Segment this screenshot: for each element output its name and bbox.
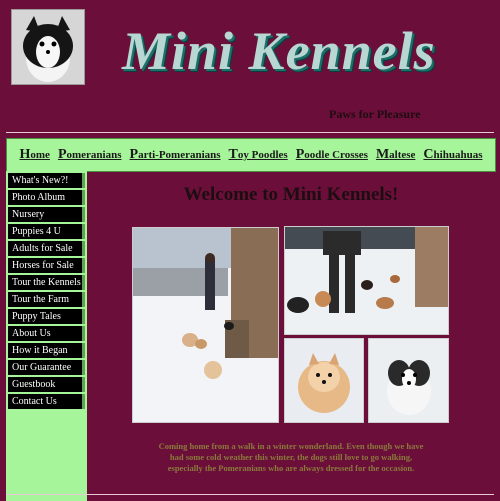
nav-link[interactable]: Home [20, 147, 50, 163]
dogs-in-snow-photo [284, 226, 449, 335]
nav-link-label: arti-Pomeranians [138, 149, 221, 161]
nav-link[interactable]: Maltese [376, 147, 415, 163]
page-title: Welcome to Mini Kennels! [183, 184, 399, 205]
sidebar-link[interactable]: Puppy Tales [8, 309, 85, 324]
sidebar-link[interactable]: Puppies 4 U [8, 224, 85, 239]
tagline: Paws for Pleasure [329, 107, 421, 121]
sidebar-link[interactable]: Horses for Sale [8, 258, 85, 273]
nav-link[interactable]: Chihuahuas [423, 147, 482, 163]
photo-caption: Coming home from a walk in a winter wond… [125, 441, 457, 474]
site-brand-logo: Mini Kennels [122, 21, 436, 81]
logo-dog-photo [11, 9, 85, 85]
sidebar-link[interactable]: Guestbook [8, 377, 85, 392]
nav-link[interactable]: Toy Poodles [229, 147, 288, 163]
nav-link-initial: P [129, 147, 139, 162]
sidebar-link[interactable]: Contact Us [8, 394, 85, 409]
divider-top [6, 132, 494, 133]
nav-link[interactable]: Poodle Crosses [296, 147, 368, 163]
nav-link-initial: P [295, 147, 305, 162]
sidebar: What's New?! Photo Album Nursery Puppies 4 … [6, 171, 87, 501]
sidebar-link[interactable]: Nursery [8, 207, 85, 222]
nav-link-label: ome [30, 149, 50, 161]
nav-link-initial: P [57, 147, 67, 162]
pomeranian-photo [284, 338, 364, 423]
divider-bottom [6, 494, 494, 495]
winter-walk-photo [132, 227, 279, 423]
sidebar-link[interactable]: Our Guarantee [8, 360, 85, 375]
nav-link-initial: H [19, 147, 31, 162]
nav-link-label: oodle Crosses [304, 149, 368, 161]
sidebar-link[interactable]: Photo Album [8, 190, 85, 205]
sidebar-link[interactable]: Tour the Farm [8, 292, 85, 307]
nav-link-label: altese [389, 149, 416, 161]
nav-link[interactable]: Pomeranians [58, 147, 122, 163]
caption-line: especially the Pomeranians who are alway… [167, 463, 415, 473]
sidebar-link[interactable]: Adults for Sale [8, 241, 85, 256]
nav-link-initial: M [375, 147, 390, 162]
nav-link-initial: C [423, 147, 434, 162]
nav-link-initial: T [228, 147, 238, 162]
nav-link[interactable]: Parti-Pomeranians [130, 147, 221, 163]
parti-pomeranian-photo [368, 338, 449, 423]
nav-link-label: hihuahuas [433, 149, 483, 161]
sidebar-link[interactable]: Tour the Kennels [8, 275, 85, 290]
sidebar-link[interactable]: About Us [8, 326, 85, 341]
caption-line: had some cold weather this winter, the d… [169, 452, 413, 462]
nav-link-label: omeranians [66, 149, 122, 161]
sidebar-link[interactable]: What's New?! [8, 173, 85, 188]
caption-line: Coming home from a walk in a winter wond… [158, 441, 424, 451]
nav-link-label: oy Poodles [237, 149, 288, 161]
top-nav: Home Pomeranians Parti-Pomeranians Toy Pood… [6, 138, 496, 172]
sidebar-link[interactable]: How it Began [8, 343, 85, 358]
